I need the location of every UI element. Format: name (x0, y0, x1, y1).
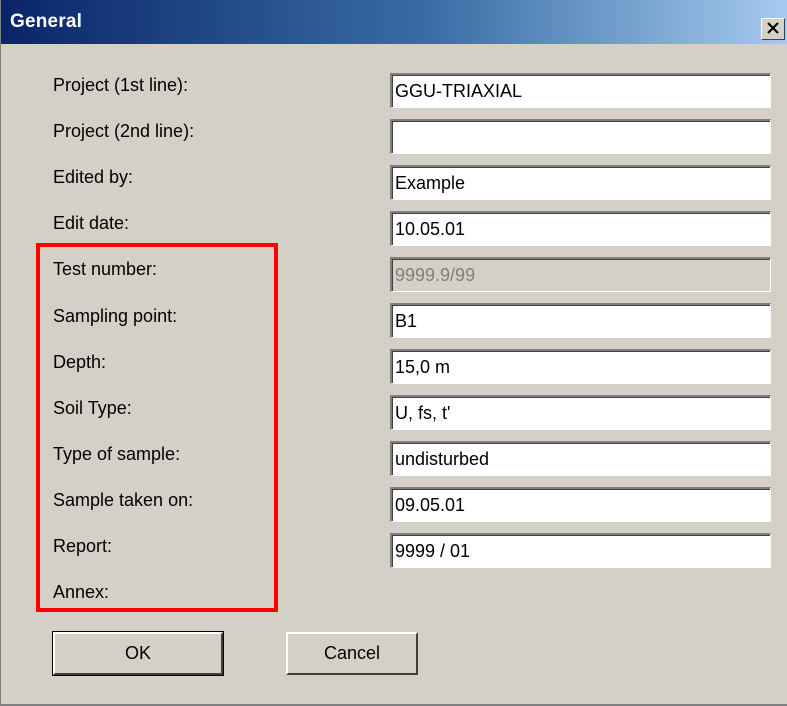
report-input[interactable] (390, 533, 771, 568)
label-project-2nd-line: Project (2nd line): (53, 121, 195, 141)
label-depth: Depth: (53, 352, 107, 372)
test-number-input (390, 257, 771, 292)
window-title: General (10, 11, 83, 32)
sample-taken-on-input[interactable] (390, 487, 771, 522)
label-test-number: Test number: (53, 259, 158, 279)
soil-type-input[interactable] (390, 395, 771, 430)
close-button[interactable] (761, 18, 785, 40)
label-sample-taken-on: Sample taken on: (53, 490, 194, 510)
edit-date-input[interactable] (390, 211, 771, 246)
label-edit-date: Edit date: (53, 213, 130, 233)
sampling-point-input[interactable] (390, 303, 771, 338)
project-1st-line-input[interactable] (390, 73, 771, 108)
label-edited-by: Edited by: (53, 167, 134, 187)
label-report: Report: (53, 536, 113, 556)
ok-button[interactable]: OK (52, 631, 224, 676)
label-project-1st-line: Project (1st line): (53, 75, 189, 95)
label-type-of-sample: Type of sample: (53, 444, 181, 464)
depth-input[interactable] (390, 349, 771, 384)
edited-by-input[interactable] (390, 165, 771, 200)
title-bar[interactable]: General (1, 0, 787, 44)
close-icon (767, 22, 779, 34)
cancel-button[interactable]: Cancel (286, 632, 418, 675)
label-soil-type: Soil Type: (53, 398, 132, 418)
label-sampling-point: Sampling point: (53, 306, 178, 326)
label-annex: Annex: (53, 582, 110, 602)
type-of-sample-input[interactable] (390, 441, 771, 476)
general-dialog: General Project (1st line): Project (2nd… (0, 0, 787, 706)
project-2nd-line-input[interactable] (390, 119, 771, 154)
